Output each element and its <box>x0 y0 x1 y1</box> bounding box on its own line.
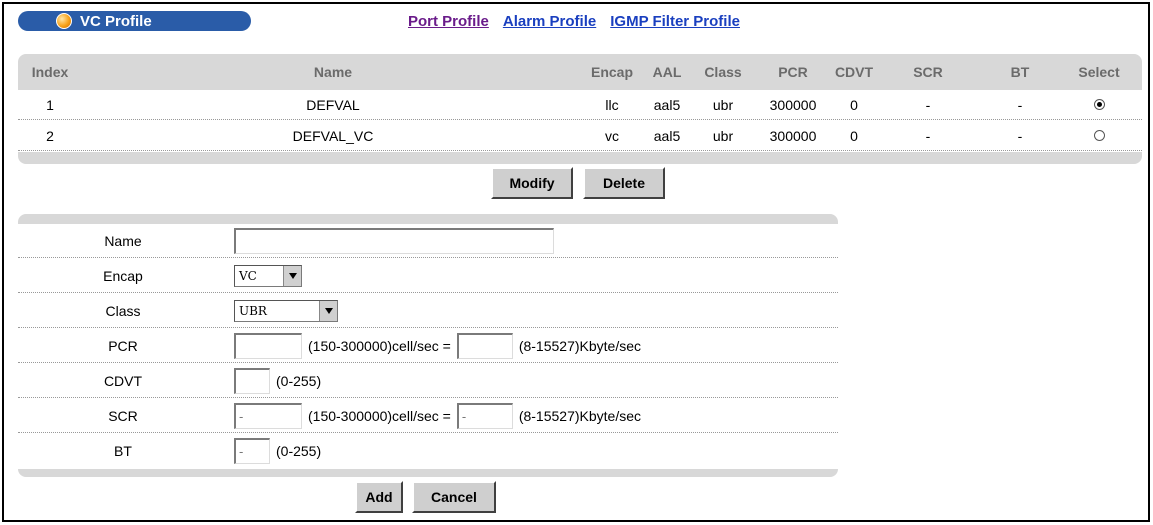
pcr-label: PCR <box>108 337 138 354</box>
cdvt-hint: (0-255) <box>276 372 322 389</box>
port-profile-link[interactable]: Port Profile <box>408 13 489 30</box>
cancel-button[interactable]: Cancel <box>412 481 496 513</box>
row-index: 1 <box>46 96 54 113</box>
row-select <box>1066 121 1132 150</box>
encap-label: Encap <box>103 267 143 284</box>
form-row-pcr: PCR (150-300000)cell/sec = (8-15527)Kbyt… <box>18 329 838 363</box>
row-class: ubr <box>712 96 734 113</box>
scr-cell-input[interactable] <box>234 402 302 429</box>
pcr-cell-input[interactable] <box>234 332 302 359</box>
class-select[interactable]: UBR <box>234 299 338 322</box>
class-value: UBR <box>239 303 267 318</box>
scr-kbyte-input[interactable] <box>456 402 513 429</box>
col-header-index: Index <box>31 64 69 80</box>
row-aal: aal5 <box>653 96 681 113</box>
col-header-pcr: PCR <box>778 64 808 80</box>
scr-cell-hint: (150-300000)cell/sec = <box>308 407 451 424</box>
table-row: 2 DEFVAL_VC vc aal5 ubr 300000 0 - - <box>18 121 1142 151</box>
col-header-class: Class <box>704 64 742 80</box>
cdvt-label: CDVT <box>103 372 143 389</box>
row-cdvt: 0 <box>850 96 858 113</box>
row-cdvt: 0 <box>850 127 858 144</box>
col-header-encap: Encap <box>590 64 633 80</box>
row-bt: - <box>1017 127 1023 144</box>
page-frame: VC Profile Port Profile Alarm Profile IG… <box>2 2 1150 522</box>
name-label: Name <box>104 232 142 249</box>
form-body: Name Encap VC Class UBR PCR (150-300000)… <box>18 224 838 469</box>
add-button[interactable]: Add <box>355 481 403 513</box>
col-header-cdvt: CDVT <box>834 64 874 80</box>
vc-profile-table: Index Name Encap AAL Class PCR CDVT SCR … <box>18 54 1142 164</box>
form-row-name: Name <box>18 224 838 258</box>
igmp-filter-profile-link[interactable]: IGMP Filter Profile <box>610 13 740 30</box>
pcr-cell-hint: (150-300000)cell/sec = <box>308 337 451 354</box>
col-header-scr: SCR <box>913 64 943 80</box>
pcr-kbyte-hint: (8-15527)Kbyte/sec <box>518 337 641 354</box>
orb-icon <box>56 13 72 29</box>
page-title: VC Profile <box>80 12 152 30</box>
table-body: 1 DEFVAL llc aal5 ubr 300000 0 - - 2 DEF… <box>18 90 1142 152</box>
select-radio-2[interactable] <box>1093 130 1105 141</box>
col-header-select: Select <box>1078 64 1120 80</box>
row-encap: llc <box>605 96 619 113</box>
table-row: 1 DEFVAL llc aal5 ubr 300000 0 - - <box>18 90 1142 120</box>
form-row-scr: SCR (150-300000)cell/sec = (8-15527)Kbyt… <box>18 399 838 433</box>
row-bt: - <box>1017 96 1023 113</box>
form-row-bt: BT (0-255) <box>18 434 838 468</box>
col-header-bt: BT <box>1010 64 1030 80</box>
page-title-bar: VC Profile <box>18 11 251 31</box>
name-input[interactable] <box>234 227 554 254</box>
form-row-cdvt: CDVT (0-255) <box>18 364 838 398</box>
row-name: DEFVAL <box>306 96 360 113</box>
scr-label: SCR <box>108 407 138 424</box>
row-encap: vc <box>605 127 619 144</box>
select-radio-1[interactable] <box>1093 99 1105 110</box>
col-header-aal: AAL <box>652 64 682 80</box>
bt-label: BT <box>114 443 132 459</box>
row-pcr: 300000 <box>769 127 817 144</box>
row-scr: - <box>925 127 931 144</box>
cdvt-input[interactable] <box>234 367 270 394</box>
table-header: Index Name Encap AAL Class PCR CDVT SCR … <box>18 54 1142 90</box>
row-select <box>1066 90 1132 119</box>
form-row-encap: Encap VC <box>18 259 838 293</box>
profile-nav: Port Profile Alarm Profile IGMP Filter P… <box>408 13 740 30</box>
chevron-down-icon[interactable] <box>319 300 337 321</box>
bt-input[interactable] <box>234 438 270 464</box>
pcr-kbyte-input[interactable] <box>456 332 513 359</box>
row-scr: - <box>925 96 931 113</box>
add-profile-form: Name Encap VC Class UBR PCR (150-300000)… <box>18 214 838 477</box>
modify-button[interactable]: Modify <box>491 167 573 199</box>
row-aal: aal5 <box>653 127 681 144</box>
row-class: ubr <box>712 127 734 144</box>
row-name: DEFVAL_VC <box>292 127 374 144</box>
encap-value: VC <box>239 268 257 283</box>
col-header-name: Name <box>313 64 353 80</box>
alarm-profile-link[interactable]: Alarm Profile <box>503 13 596 30</box>
scr-kbyte-hint: (8-15527)Kbyte/sec <box>518 407 641 424</box>
form-row-class: Class UBR <box>18 294 838 328</box>
chevron-down-icon[interactable] <box>283 265 301 286</box>
delete-button[interactable]: Delete <box>583 167 665 199</box>
bt-hint: (0-255) <box>276 443 322 459</box>
row-pcr: 300000 <box>769 96 817 113</box>
encap-select[interactable]: VC <box>234 264 302 287</box>
row-index: 2 <box>46 127 54 144</box>
class-label: Class <box>105 302 141 319</box>
